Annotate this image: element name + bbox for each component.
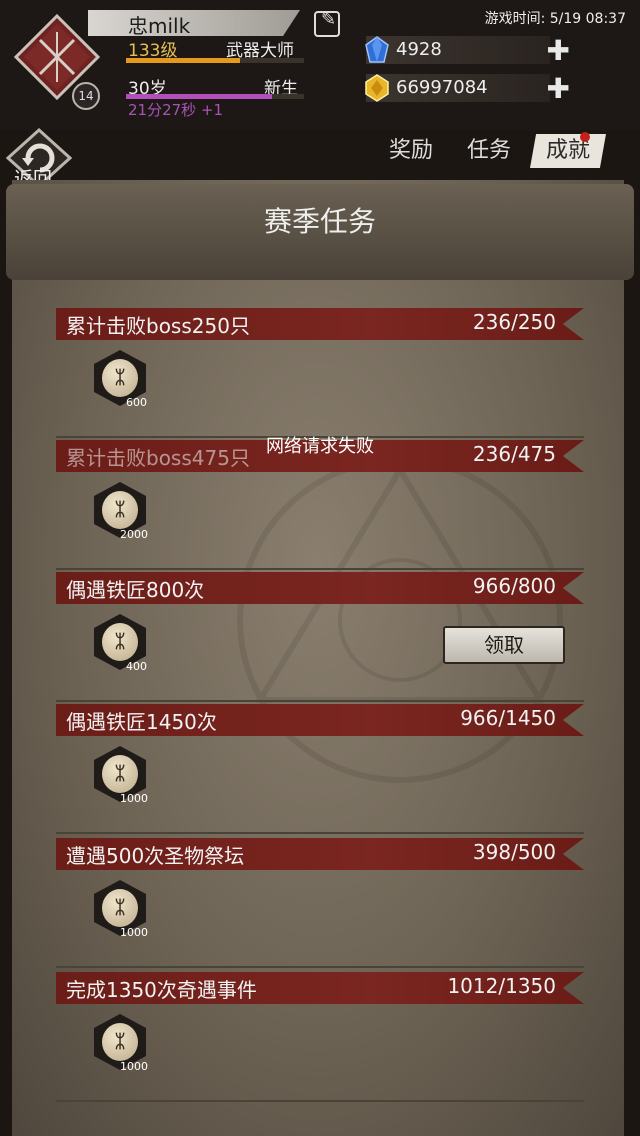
- divider: [56, 700, 584, 702]
- reward-item[interactable]: ᛯ 2000: [94, 482, 148, 541]
- task-progress: 966/800: [472, 574, 556, 598]
- reward-amount: 400: [126, 660, 147, 673]
- reward-item[interactable]: ᛯ 1000: [94, 1014, 148, 1073]
- task-progress: 1012/1350: [447, 974, 556, 998]
- name-plate: [88, 10, 300, 36]
- claim-button[interactable]: 领取: [443, 626, 565, 664]
- task-progress: 236/250: [472, 310, 556, 334]
- gold-icon: [365, 74, 389, 102]
- level-progress-bar: [126, 58, 304, 63]
- reward-amount: 1000: [120, 792, 148, 805]
- divider: [56, 1100, 584, 1102]
- page-title: 赛季任务: [263, 205, 376, 238]
- task-row: 完成1350次奇遇事件 1012/1350 ᛯ 1000: [56, 972, 584, 1102]
- reward-item[interactable]: ᛯ 1000: [94, 880, 148, 939]
- player-name: 忠milk: [128, 14, 191, 38]
- add-diamond-button[interactable]: ✚: [547, 34, 570, 67]
- task-name: 累计击败boss250只: [66, 314, 250, 338]
- reward-item[interactable]: ᛯ 600: [94, 350, 147, 409]
- tab-missions[interactable]: 任务: [456, 134, 522, 168]
- rune-stone-icon: ᛯ: [102, 359, 138, 397]
- rune-stone-icon: ᛯ: [102, 623, 138, 661]
- reward-item[interactable]: ᛯ 1000: [94, 746, 148, 805]
- task-row: 遭遇500次圣物祭坛 398/500 ᛯ 1000: [56, 838, 584, 968]
- reward-amount: 2000: [120, 528, 148, 541]
- task-name: 完成1350次奇遇事件: [66, 978, 257, 1002]
- task-row: 偶遇铁匠1450次 966/1450 ᛯ 1000: [56, 704, 584, 834]
- notification-dot: [580, 132, 590, 142]
- reward-item[interactable]: ᛯ 400: [94, 614, 147, 673]
- tab-achievements[interactable]: 成就: [530, 134, 606, 168]
- rune-stone-icon: ᛯ: [102, 1023, 138, 1061]
- diamond-icon: [365, 36, 389, 63]
- task-row: 累计击败boss475只 236/475 ᛯ 2000: [56, 440, 584, 570]
- add-gold-button[interactable]: ✚: [547, 72, 570, 105]
- task-name: 遭遇500次圣物祭坛: [66, 844, 245, 868]
- rune-stone-icon: ᛯ: [102, 889, 138, 927]
- age-timer: 21分27秒 +1: [128, 101, 224, 119]
- diamond-counter: 4928 ✚: [365, 34, 570, 67]
- rune-stone-icon: ᛯ: [102, 755, 138, 793]
- task-row: 累计击败boss250只 236/250 ᛯ 600: [56, 308, 584, 438]
- task-name: 偶遇铁匠1450次: [66, 710, 217, 734]
- reward-amount: 600: [126, 396, 147, 409]
- error-toast: 网络请求失败: [266, 436, 374, 457]
- rune-stone-icon: ᛯ: [102, 491, 138, 529]
- divider: [56, 966, 584, 968]
- diamond-value: 4928: [396, 39, 442, 60]
- divider: [56, 568, 584, 570]
- tab-rewards[interactable]: 奖励: [378, 134, 444, 168]
- task-progress: 398/500: [472, 840, 556, 864]
- level-progress-fill: [126, 58, 240, 63]
- gold-value: 66997084: [396, 77, 488, 98]
- task-name: 偶遇铁匠800次: [66, 578, 205, 602]
- edit-icon[interactable]: ✎: [314, 9, 340, 37]
- task-progress: 966/1450: [460, 706, 556, 730]
- avatar-level-badge: 14: [72, 82, 100, 110]
- reward-amount: 1000: [120, 926, 148, 939]
- gold-counter: 66997084 ✚: [365, 72, 570, 105]
- game-time: 游戏时间: 5/19 08:37: [484, 11, 626, 27]
- divider: [56, 832, 584, 834]
- reward-amount: 1000: [120, 1060, 148, 1073]
